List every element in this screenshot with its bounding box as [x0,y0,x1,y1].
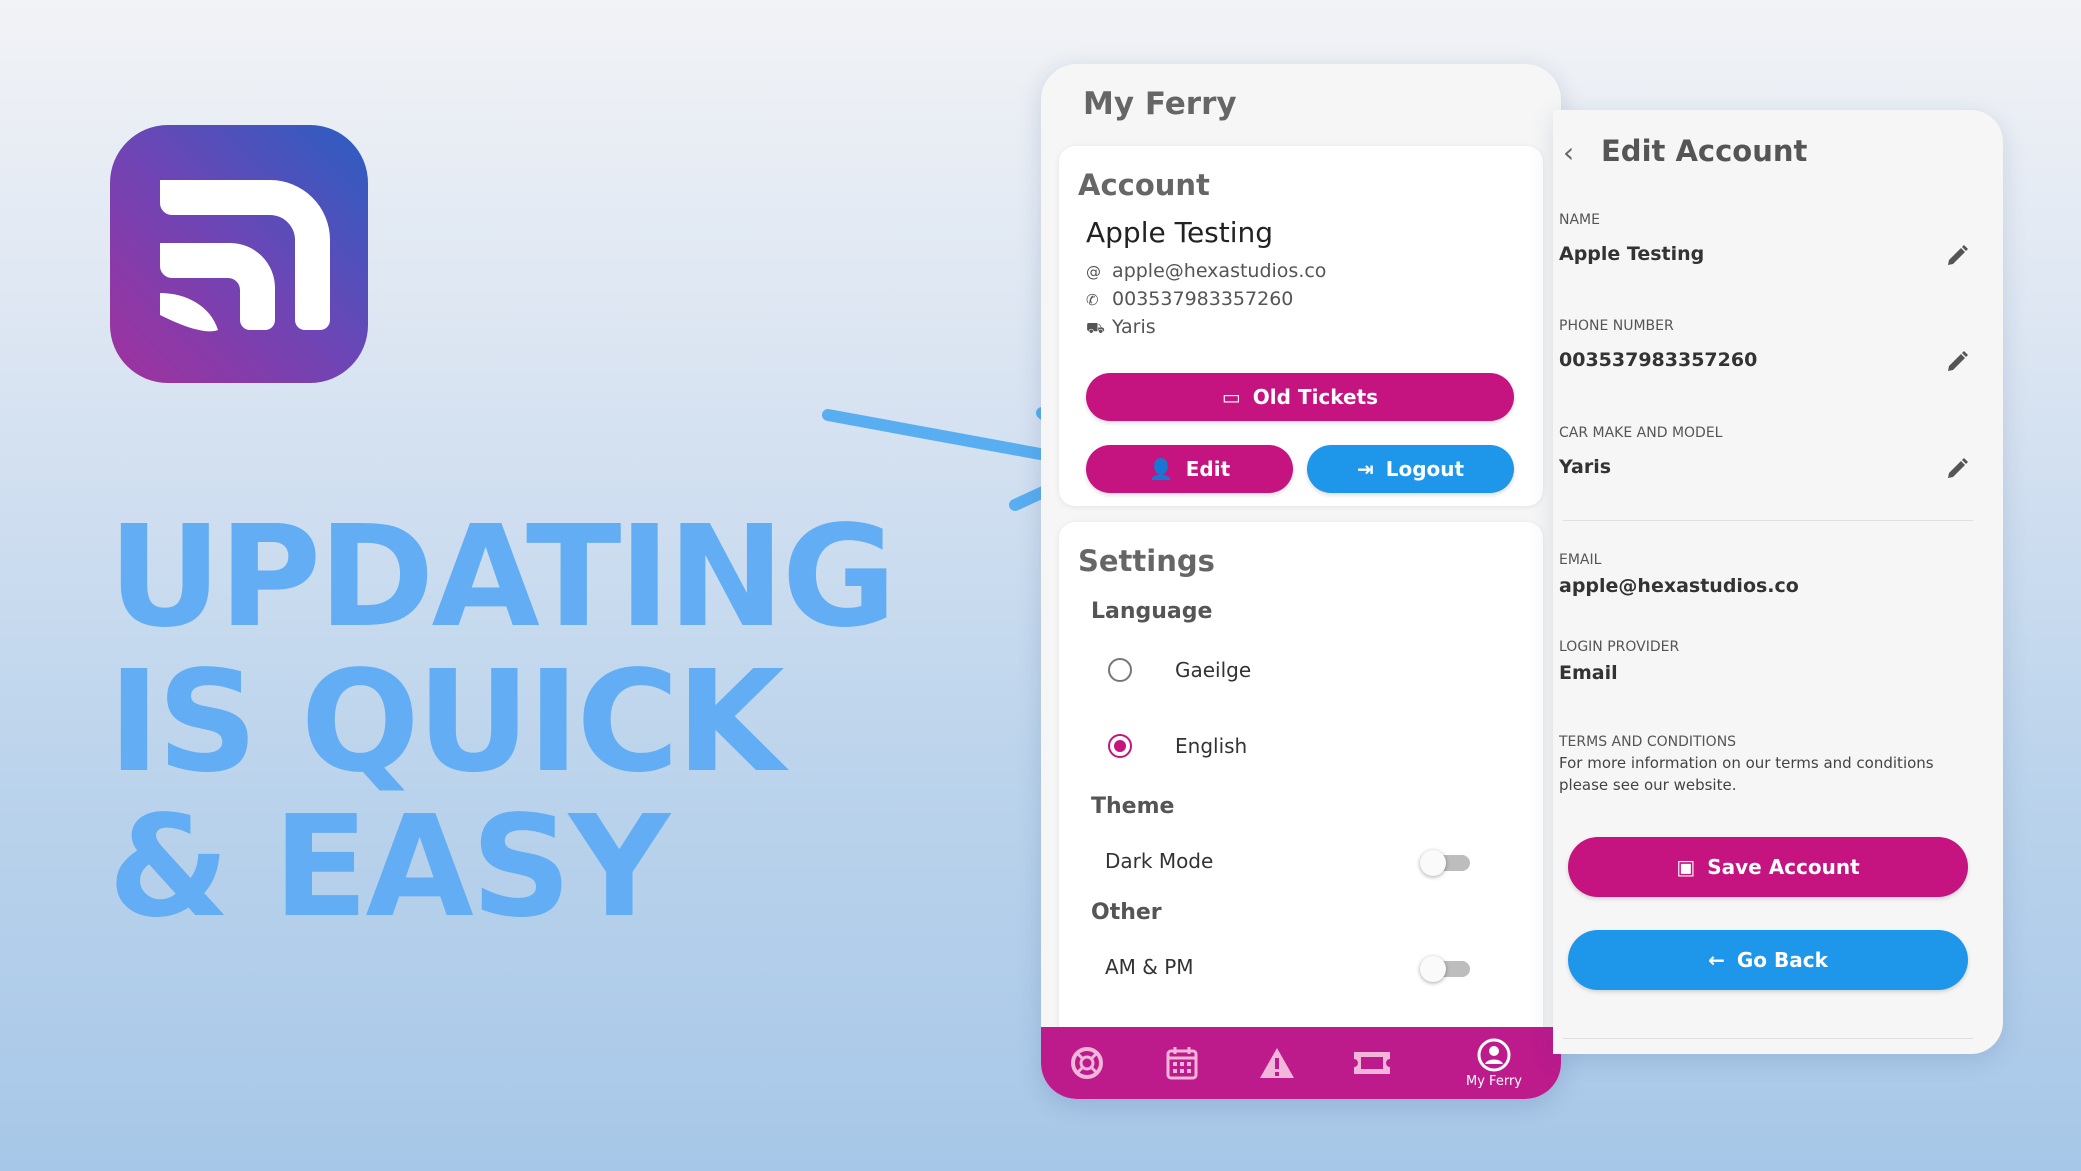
account-name: Apple Testing [1086,216,1274,249]
my-ferry-screen: My Ferry Account Apple Testing @ apple@h… [1041,64,1561,1099]
email-label: EMAIL [1559,552,1602,568]
nav-my-ferry-label: My Ferry [1466,1073,1522,1089]
logout-icon: ⇥ [1356,457,1374,481]
settings-heading: Settings [1078,544,1215,578]
other-heading: Other [1091,900,1162,925]
old-tickets-button[interactable]: ▭ Old Tickets [1086,373,1514,421]
dark-mode-label: Dark Mode [1105,849,1214,873]
account-phone: 003537983357260 [1112,288,1294,310]
lifebuoy-icon [1071,1047,1103,1079]
headline: UPDATING IS QUICK & EASY [108,496,897,949]
phone-icon: ✆ [1086,291,1099,309]
user-edit-icon: 👤 [1148,457,1174,481]
pencil-icon[interactable] [1945,350,1969,374]
nav-calendar[interactable] [1147,1027,1217,1099]
nav-tickets[interactable] [1337,1027,1407,1099]
pencil-icon[interactable] [1945,244,1969,268]
account-card: Account Apple Testing @ apple@hexastudio… [1059,146,1543,506]
headline-line-2: IS QUICK [108,641,785,804]
phone-label: PHONE NUMBER [1559,318,1674,334]
edit-label: Edit [1185,457,1231,481]
save-account-button[interactable]: ▣ Save Account [1568,837,1968,897]
pencil-icon[interactable] [1945,457,1969,481]
app-logo [110,125,368,383]
email-value: apple@hexastudios.co [1559,575,1799,597]
account-icon [1477,1038,1511,1071]
language-option-gaeilge[interactable]: Gaeilge [1175,658,1251,682]
back-chevron-icon[interactable]: ‹ [1563,136,1574,169]
old-tickets-label: Old Tickets [1252,385,1379,409]
logout-label: Logout [1385,457,1465,481]
login-provider-value: Email [1559,662,1618,684]
account-email: apple@hexastudios.co [1112,260,1327,282]
at-icon: @ [1086,263,1101,281]
warning-icon [1260,1048,1294,1078]
account-phone-row: ✆ 003537983357260 [1086,288,1293,310]
go-back-label: Go Back [1736,948,1828,972]
terms-label: TERMS AND CONDITIONS [1559,734,1737,750]
nav-my-ferry[interactable]: My Ferry [1454,1027,1534,1099]
save-account-label: Save Account [1707,855,1860,879]
language-option-english[interactable]: English [1175,734,1247,758]
edit-button[interactable]: 👤 Edit [1086,445,1293,493]
dark-mode-toggle[interactable] [1420,850,1470,876]
divider [1563,1038,1973,1039]
phone-value[interactable]: 003537983357260 [1559,349,1757,371]
nav-alerts[interactable] [1242,1027,1312,1099]
page-title: My Ferry [1083,86,1237,122]
account-heading: Account [1078,168,1210,202]
language-heading: Language [1091,599,1213,624]
car-label: CAR MAKE AND MODEL [1559,425,1723,441]
ticket-icon: ▭ [1221,385,1241,409]
go-back-button[interactable]: ← Go Back [1568,930,1968,990]
edit-account-screen: ‹ Edit Account NAME Apple Testing PHONE … [1553,110,2003,1054]
divider [1563,520,1973,521]
bottom-nav: My Ferry [1041,1027,1561,1099]
name-label: NAME [1559,212,1600,228]
headline-line-1: UPDATING [108,496,897,659]
ampm-toggle[interactable] [1420,956,1470,982]
car-value[interactable]: Yaris [1559,456,1611,478]
radio-gaeilge[interactable] [1108,658,1132,682]
edit-account-title: Edit Account [1601,134,1808,168]
nav-lifebuoy[interactable] [1052,1027,1122,1099]
terms-line-2: please see our website. [1559,776,1737,794]
car-icon: ⛟ [1086,319,1105,337]
theme-heading: Theme [1091,794,1175,819]
ticket-icon [1354,1052,1390,1074]
settings-card: Settings Language Gaeilge English Theme … [1059,522,1543,1099]
calendar-icon [1166,1047,1198,1080]
logout-button[interactable]: ⇥ Logout [1307,445,1514,493]
login-provider-label: LOGIN PROVIDER [1559,639,1680,655]
logo-mark-icon [160,180,330,332]
save-icon: ▣ [1676,855,1696,879]
account-car-row: ⛟ Yaris [1086,316,1156,339]
arrow-left-icon: ← [1708,948,1725,972]
ampm-label: AM & PM [1105,955,1194,979]
radio-english[interactable] [1108,734,1132,758]
name-value[interactable]: Apple Testing [1559,243,1704,265]
headline-line-3: & EASY [108,786,670,949]
account-email-row: @ apple@hexastudios.co [1086,260,1326,282]
account-car: Yaris [1112,316,1156,338]
terms-line-1: For more information on our terms and co… [1559,754,1934,772]
